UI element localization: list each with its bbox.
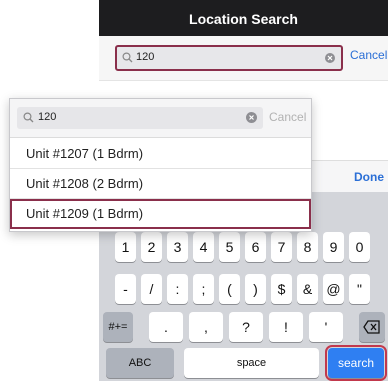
search-icon [23,112,34,123]
key-4[interactable]: 4 [193,232,214,262]
search-icon [122,52,133,63]
navigation-bar: Location Search [99,0,388,36]
key-1[interactable]: 1 [115,232,136,262]
search-bar-area: 120 [99,36,388,81]
key-quote[interactable]: " [349,274,370,304]
popup-cancel-button[interactable]: Cancel [269,110,306,124]
backspace-key[interactable] [359,312,385,342]
key-slash[interactable]: / [141,274,162,304]
popup-search-value: 120 [38,111,57,123]
cancel-button[interactable]: Cancel [350,48,387,62]
clear-icon[interactable] [325,53,335,63]
key-comma[interactable]: , [189,312,223,342]
key-6[interactable]: 6 [245,232,266,262]
key-close-paren[interactable]: ) [245,274,266,304]
list-item[interactable]: Unit #1207 (1 Bdrm) [10,139,311,169]
search-input-value: 120 [136,51,155,63]
search-results-popup: 120 Cancel Unit #1207 (1 Bdrm) Unit #120… [9,98,312,232]
key-3[interactable]: 3 [167,232,188,262]
page-title: Location Search [189,11,298,27]
key-ampersand[interactable]: & [297,274,318,304]
key-semicolon[interactable]: ; [193,274,214,304]
key-5[interactable]: 5 [219,232,240,262]
abc-key[interactable]: ABC [106,348,174,378]
search-input[interactable]: 120 [115,45,343,71]
popup-search-bar: 120 Cancel [10,99,311,138]
key-dash[interactable]: - [115,274,136,304]
search-key[interactable]: search [325,345,387,381]
key-exclamation[interactable]: ! [269,312,303,342]
key-apostrophe[interactable]: ' [309,312,343,342]
key-at[interactable]: @ [323,274,344,304]
key-dollar[interactable]: $ [271,274,292,304]
key-open-paren[interactable]: ( [219,274,240,304]
key-2[interactable]: 2 [141,232,162,262]
clear-icon[interactable] [246,112,257,123]
key-9[interactable]: 9 [323,232,344,262]
key-symbols[interactable]: #+= [103,312,133,342]
space-key[interactable]: space [184,348,319,378]
backspace-icon [363,320,380,334]
done-button[interactable]: Done [354,170,384,184]
key-period[interactable]: . [149,312,183,342]
key-8[interactable]: 8 [297,232,318,262]
key-colon[interactable]: : [167,274,188,304]
list-item[interactable]: Unit #1208 (2 Bdrm) [10,169,311,199]
key-7[interactable]: 7 [271,232,292,262]
list-item-selected[interactable]: Unit #1209 (1 Bdrm) [10,199,311,229]
key-0[interactable]: 0 [349,232,370,262]
key-question[interactable]: ? [229,312,263,342]
popup-search-input[interactable]: 120 [17,107,263,129]
